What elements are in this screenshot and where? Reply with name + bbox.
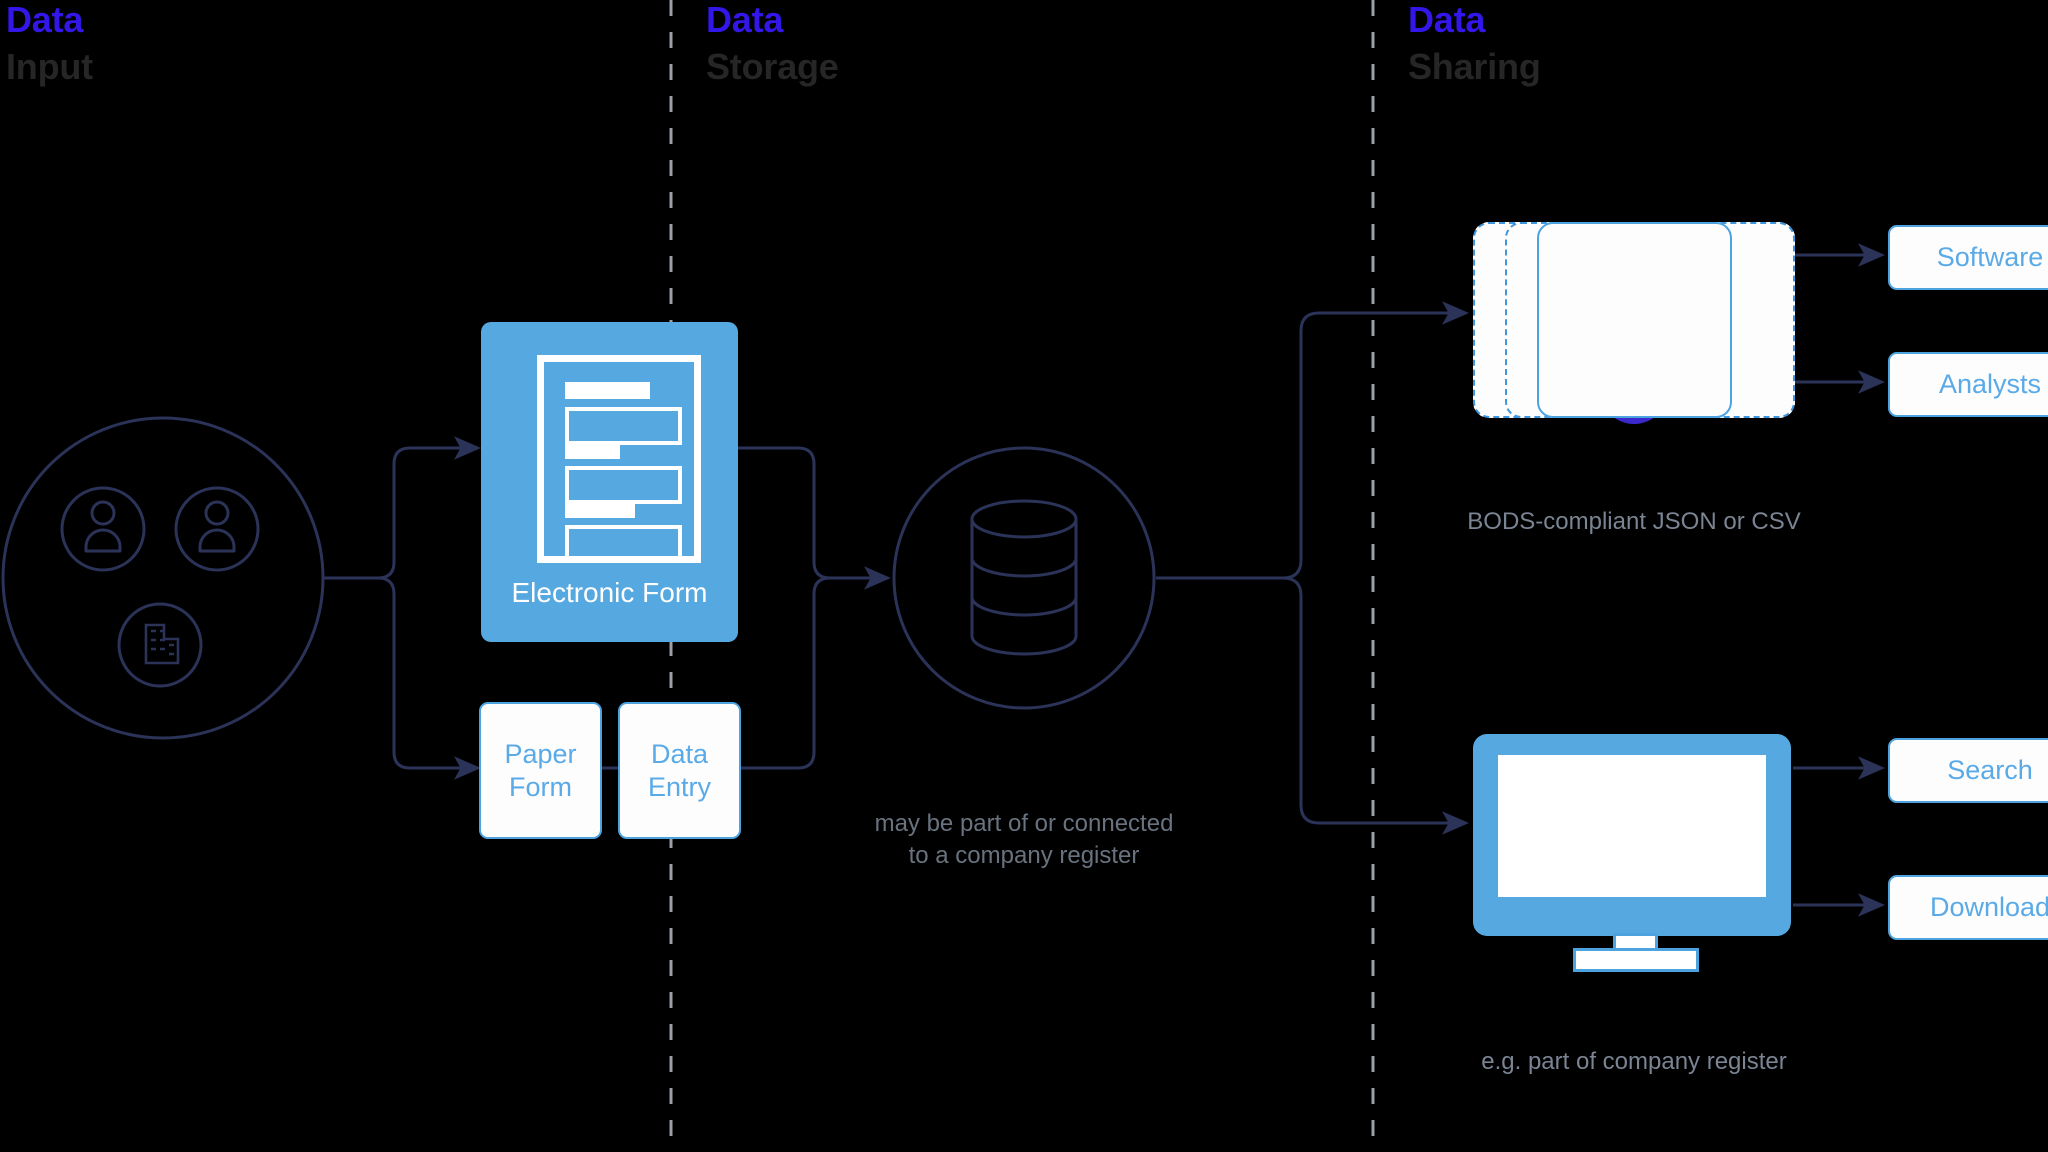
diagram-canvas: Data Input Data Storage Data Sharing Ele…: [0, 0, 2048, 1152]
connector-monitor-to-outputs: [1793, 756, 1885, 917]
form-field-input: [565, 407, 682, 445]
monitor-screen: [1498, 755, 1766, 897]
database-icon: [970, 499, 1078, 656]
form-field-label: [565, 501, 635, 518]
form-field-input: [565, 525, 682, 563]
source-group-circle: [1, 416, 325, 740]
form-document-outline: [537, 355, 701, 563]
paper-form-label-line2: Form: [509, 771, 572, 802]
storage-note-line1: may be part of or connected: [874, 810, 1174, 837]
output-button-download[interactable]: Download: [1888, 875, 2048, 940]
electronic-form-label: Electronic Form: [511, 577, 708, 608]
person-icon: [198, 500, 236, 553]
form-field-label: [565, 442, 620, 459]
connector-forms-to-database: [738, 446, 891, 770]
data-card-front[interactable]: [1537, 222, 1732, 418]
output-button-software-label: Software: [1936, 242, 2044, 273]
form-field-input: [565, 466, 682, 504]
connector-layer: [1, 0, 1885, 1152]
monitor-node[interactable]: [1473, 734, 1791, 936]
paper-form-node[interactable]: Paper Form: [479, 702, 602, 839]
output-button-search[interactable]: Search: [1888, 738, 2048, 803]
data-card-note: BODS-compliant JSON or CSV: [1467, 508, 1801, 535]
person-icon: [84, 500, 122, 553]
company-icon: [144, 623, 180, 665]
output-button-analysts-label: Analysts: [1938, 369, 2042, 400]
paper-form-label-line1: Paper: [504, 738, 577, 769]
electronic-form-node[interactable]: Electronic Form: [481, 322, 738, 642]
monitor-note: e.g. part of company register: [1481, 1048, 1787, 1075]
connector-card-to-outputs: [1793, 243, 1885, 394]
data-entry-label-line1: Data: [650, 738, 709, 769]
output-button-analysts[interactable]: Analysts: [1888, 352, 2048, 417]
data-entry-label-line2: Entry: [647, 771, 712, 802]
database-circle: [892, 446, 1156, 710]
form-field-label: [565, 382, 650, 399]
output-button-download-label: Download: [1929, 892, 2048, 923]
data-entry-node[interactable]: Data Entry: [618, 702, 741, 839]
output-button-search-label: Search: [1947, 755, 2033, 786]
connector-database-to-sharing: [1156, 301, 1469, 835]
monitor-base: [1573, 948, 1699, 972]
storage-note-line2: to a company register: [908, 842, 1140, 870]
connector-source-to-forms: [324, 436, 481, 780]
output-button-software[interactable]: Software: [1888, 225, 2048, 290]
storage-note: may be part of or connected to a company…: [824, 808, 1224, 873]
